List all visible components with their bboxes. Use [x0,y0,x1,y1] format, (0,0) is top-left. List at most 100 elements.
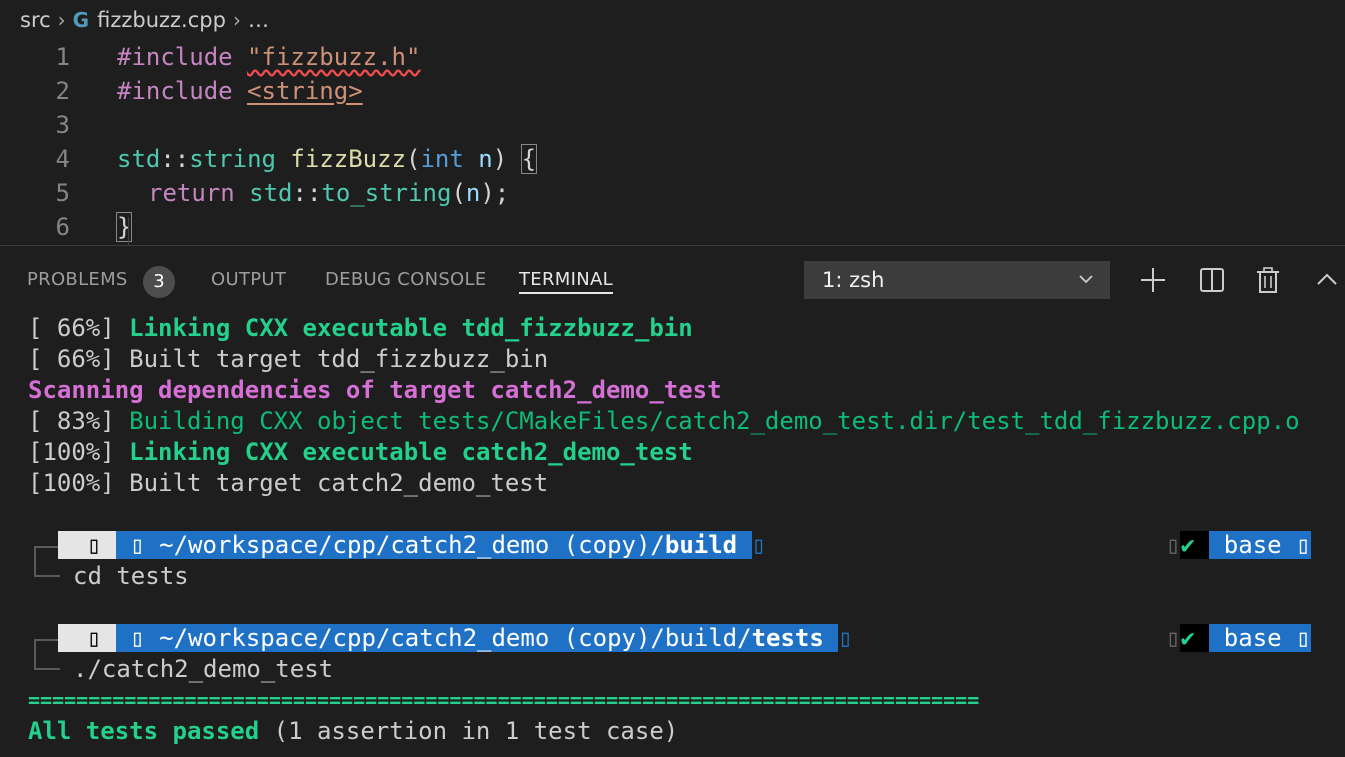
terminal-line: [ 83%] Building CXX object tests/CMakeFi… [28,406,1300,437]
code-token: ) [492,145,522,173]
problems-count-badge: 3 [143,266,175,298]
terminal-progress: [ 66%] [28,314,130,342]
folder-icon: ▯ [115,531,145,559]
terminal-text: Linking CXX executable catch2_demo_test [129,438,693,466]
code-token-error: "fizzbuzz.h" [247,43,421,71]
folder-icon: ▯ [115,624,145,652]
terminal-line: [ 66%] Built target tdd_fizzbuzz_bin [28,345,549,373]
terminal-line: [100%] Linking CXX executable catch2_dem… [28,437,693,468]
status-check: ✔ [1180,624,1195,652]
code-editor[interactable]: 1 #include "fizzbuzz.h" 2 #include <stri… [0,40,1345,245]
terminal-progress: [100%] [28,438,130,466]
terminal-line: Scanning dependencies of target catch2_d… [28,376,722,404]
code-token-brace: } [115,212,133,242]
line-number: 4 [55,145,70,173]
prompt-separator-icon: ▯ [751,531,767,559]
prompt-bracket [34,561,60,577]
breadcrumb: src › G fizzbuzz.cpp › … [0,0,1345,40]
code-token: :: [160,145,190,173]
code-line: 3 [0,108,1345,142]
tab-problems[interactable]: PROBLEMS [27,262,128,292]
code-token: #include [117,43,248,71]
test-result-line: All tests passed (1 assertion in 1 test … [28,716,678,747]
terminal-select-value: 1: zsh [822,268,885,292]
python-icon: ▯ [1296,531,1311,559]
prompt-path: ~/workspace/cpp/catch2_demo (copy)/ [144,531,665,559]
code-token: to_string [321,179,452,207]
breadcrumb-file[interactable]: fizzbuzz.cpp [97,8,226,32]
plus-icon[interactable] [1136,263,1170,297]
code-token: :: [292,179,322,207]
prompt-separator-icon: ▯ [1166,624,1181,652]
test-result-detail: (1 assertion in 1 test case) [259,717,679,745]
code-token: ( [451,179,466,207]
prompt-dir: tests [751,624,824,652]
indent-guide [128,217,129,245]
prompt-dir: build [664,531,738,559]
terminal-output[interactable]: [ 66%] Linking CXX executable tdd_fizzbu… [0,310,1345,757]
code-token: string [189,145,276,173]
right-prompt: ▯✔ base ▯ [1166,530,1311,561]
prompt-bracket [34,639,60,655]
command-line: ./catch2_demo_test [73,655,334,683]
test-result-status: All tests passed [28,717,260,745]
code-line: 1 #include "fizzbuzz.h" [0,40,1345,74]
code-token: fizzBuzz [275,145,407,173]
terminal-line: [100%] Built target catch2_demo_test [28,469,549,497]
status-check: ✔ [1180,531,1195,559]
tab-terminal[interactable]: TERMINAL [519,262,613,294]
chevron-right-icon: › [232,8,241,32]
code-token: #include [117,77,248,105]
prompt-end [737,531,752,559]
panel-tab-bar: PROBLEMS 3 OUTPUT DEBUG CONSOLE TERMINAL… [0,246,1345,310]
command-line: cd tests [73,562,189,590]
code-token: std [117,145,161,173]
code-token: ( [406,145,421,173]
tab-debug-console[interactable]: DEBUG CONSOLE [325,262,487,292]
os-icon: ▯ [58,531,116,559]
breadcrumb-more[interactable]: … [248,8,269,32]
chevron-up-icon[interactable] [1310,263,1344,297]
code-line: 2 #include <string> [0,74,1345,108]
right-prompt: ▯✔ base ▯ [1166,623,1311,654]
prompt-end [823,624,839,652]
code-token: std [234,179,293,207]
line-number: 1 [55,43,70,71]
terminal-line: [ 66%] Linking CXX executable tdd_fizzbu… [28,313,693,344]
terminal-text: Linking CXX executable tdd_fizzbuzz_bin [129,314,693,342]
split-icon[interactable] [1195,263,1229,297]
terminal-progress: [ 83%] [28,407,130,435]
prompt-bracket [34,546,60,562]
os-icon: ▯ [58,624,116,652]
prompt-line: ▯ ▯ ~/workspace/cpp/catch2_demo (copy)/b… [58,623,853,654]
chevron-down-icon [1078,261,1094,313]
code-line: 5 return std::to_string(n); [0,176,1345,210]
line-number: 3 [55,111,70,139]
conda-env: base [1209,624,1297,652]
line-number: 6 [55,213,70,241]
code-token: int [420,145,464,173]
breadcrumb-folder[interactable]: src [20,8,51,32]
conda-env: base [1209,531,1297,559]
code-line: 4 std::string fizzBuzz(int n) { [0,142,1345,176]
trash-icon[interactable] [1251,263,1285,297]
terminal-select[interactable]: 1: zsh [804,261,1110,299]
code-line: 6 } [0,210,1345,244]
prompt-separator-icon: ▯ [838,624,853,652]
chevron-right-icon: › [57,8,66,32]
code-token: n [463,145,493,173]
code-token: n [465,179,481,207]
python-icon: ▯ [1296,624,1311,652]
code-token-brace: { [520,144,538,174]
prompt-bracket [34,654,60,670]
line-number: 2 [55,77,70,105]
code-token: ); [480,179,510,207]
code-token: return [148,179,235,207]
cpp-file-icon: G [72,8,90,32]
prompt-path: ~/workspace/cpp/catch2_demo (copy)/build… [144,624,752,652]
prompt-line: ▯ ▯ ~/workspace/cpp/catch2_demo (copy)/b… [58,530,766,561]
code-token-link[interactable]: <string> [247,77,363,105]
terminal-text: Building CXX object tests/CMakeFiles/cat… [129,407,1300,435]
tab-output[interactable]: OUTPUT [211,262,286,292]
line-number: 5 [55,179,70,207]
